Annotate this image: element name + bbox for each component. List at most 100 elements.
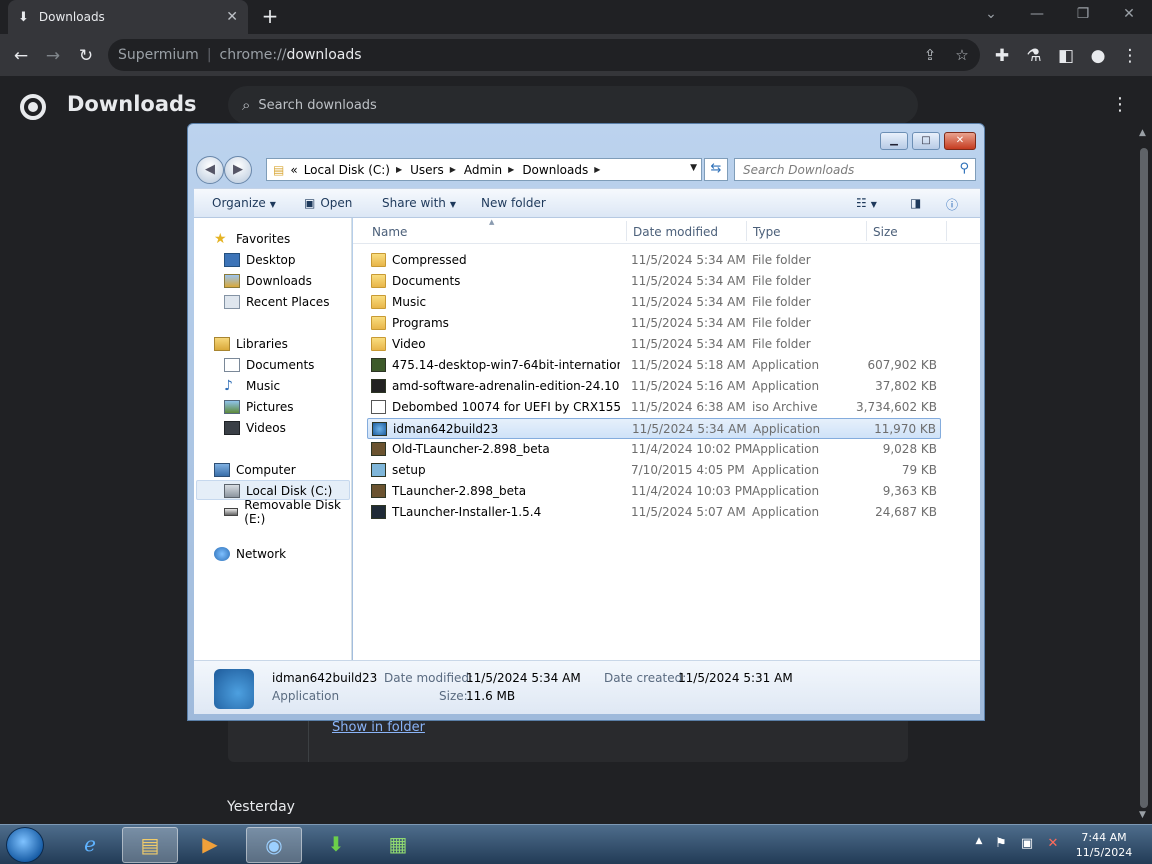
tab-search-icon[interactable]: ⌄	[968, 0, 1014, 30]
show-hidden-icons[interactable]: ▲	[970, 836, 988, 854]
tab-downloads[interactable]: ⬇ Downloads ✕	[8, 0, 248, 34]
volume-muted-icon[interactable]: ✕	[1044, 836, 1062, 854]
crumb-local-disk[interactable]: Local Disk (C:)	[304, 163, 390, 177]
forward-icon[interactable]: →	[40, 43, 66, 69]
explorer-close-button[interactable]: ✕	[944, 132, 976, 150]
nav-desktop[interactable]: Desktop	[224, 251, 296, 269]
refresh-icon[interactable]: ⇆	[704, 158, 728, 181]
file-row[interactable]: Old-TLauncher-2.898_beta 11/4/2024 10:02…	[367, 439, 941, 460]
nav-recent-places[interactable]: Recent Places	[224, 293, 329, 311]
crumb-users[interactable]: Users	[410, 163, 444, 177]
reload-icon[interactable]: ↻	[73, 43, 99, 69]
labs-flask-icon[interactable]: ⚗	[1021, 43, 1047, 69]
scroll-thumb[interactable]	[1140, 148, 1148, 808]
idm-taskbar-icon[interactable]: ⬇	[308, 827, 364, 863]
nav-pictures[interactable]: Pictures	[224, 398, 294, 416]
change-view-icon[interactable]: ☷ ▼	[856, 196, 877, 210]
column-type[interactable]: Type	[753, 225, 781, 239]
file-row[interactable]: TLauncher-Installer-1.5.4 11/5/2024 5:07…	[367, 502, 941, 523]
nav-favorites[interactable]: ★ Favorites	[214, 230, 290, 248]
nav-downloads[interactable]: Downloads	[224, 272, 312, 290]
notepad-chart-icon[interactable]: ▦	[370, 827, 426, 863]
column-divider[interactable]	[746, 221, 747, 241]
nav-libraries[interactable]: Libraries	[214, 335, 288, 353]
restore-button[interactable]: ❐	[1060, 0, 1106, 30]
explorer-minimize-button[interactable]: ▁	[880, 132, 908, 150]
media-player-icon[interactable]: ▶	[182, 827, 238, 863]
action-center-flag-icon[interactable]: ⚑	[992, 836, 1010, 854]
file-row[interactable]: Compressed 11/5/2024 5:34 AM File folder	[367, 250, 941, 271]
close-button[interactable]: ✕	[1106, 0, 1152, 30]
start-button[interactable]	[6, 827, 44, 863]
help-icon[interactable]: ⓘ	[946, 196, 958, 213]
extensions-icon[interactable]: ✚	[989, 43, 1015, 69]
explorer-forward-icon[interactable]: ▶	[224, 156, 252, 184]
nav-videos[interactable]: Videos	[224, 419, 286, 437]
new-folder-button[interactable]: New folder	[481, 196, 546, 210]
file-row[interactable]: amd-software-adrenalin-edition-24.10.1-.…	[367, 376, 941, 397]
nav-removable-disk[interactable]: Removable Disk (E:)	[224, 498, 351, 526]
crumb-arrow-icon[interactable]: ▶	[508, 165, 514, 174]
new-tab-button[interactable]: +	[258, 5, 282, 29]
open-label: Open	[320, 196, 353, 210]
column-divider[interactable]	[866, 221, 867, 241]
downloads-search-input[interactable]: ⌕ Search downloads	[228, 86, 918, 124]
share-icon[interactable]: ⇪	[920, 45, 940, 65]
explorer-search-input[interactable]: Search Downloads ⚲	[734, 158, 976, 181]
nav-computer[interactable]: Computer	[214, 461, 296, 479]
scroll-down-icon[interactable]: ▼	[1139, 810, 1146, 820]
explorer-back-icon[interactable]: ◀	[196, 156, 224, 184]
file-row[interactable]: Music 11/5/2024 5:34 AM File folder	[367, 292, 941, 313]
minimize-button[interactable]: —	[1014, 0, 1060, 30]
preview-pane-icon[interactable]: ◨	[910, 196, 921, 210]
file-row-selected[interactable]: idman642build23 11/5/2024 5:34 AM Applic…	[367, 418, 941, 439]
column-date-modified[interactable]: Date modified	[633, 225, 718, 239]
column-size[interactable]: Size	[873, 225, 898, 239]
address-overflow[interactable]: «	[290, 163, 297, 177]
file-row[interactable]: Debombed 10074 for UEFI by CRX1557#7... …	[367, 397, 941, 418]
open-button[interactable]: ▣ Open	[304, 196, 352, 210]
supermium-browser-icon[interactable]: ◉	[246, 827, 302, 863]
system-clock[interactable]: 7:44 AM 11/5/2024	[1070, 830, 1138, 860]
crumb-arrow-icon[interactable]: ▶	[450, 165, 456, 174]
file-explorer-icon[interactable]: ▤	[122, 827, 178, 863]
nav-network[interactable]: Network	[214, 545, 286, 563]
file-row[interactable]: Video 11/5/2024 5:34 AM File folder	[367, 334, 941, 355]
internet-explorer-icon[interactable]: ℯ	[62, 827, 118, 863]
explorer-maximize-button[interactable]: □	[912, 132, 940, 150]
file-row[interactable]: Programs 11/5/2024 5:34 AM File folder	[367, 313, 941, 334]
side-panel-icon[interactable]: ◧	[1053, 43, 1079, 69]
file-row[interactable]: 475.14-desktop-win7-64bit-international …	[367, 355, 941, 376]
crumb-downloads[interactable]: Downloads	[522, 163, 588, 177]
network-tray-icon[interactable]: ▣	[1018, 836, 1036, 854]
downloads-menu-icon[interactable]: ⋮	[1110, 94, 1130, 116]
show-in-folder-link[interactable]: Show in folder	[332, 720, 425, 735]
scroll-up-icon[interactable]: ▲	[1139, 128, 1146, 138]
share-with-button[interactable]: Share with ▼	[382, 196, 456, 210]
column-divider[interactable]	[946, 221, 947, 241]
file-row[interactable]: TLauncher-2.898_beta 11/4/2024 10:03 PM …	[367, 481, 941, 502]
column-name[interactable]: Name	[372, 225, 407, 239]
crumb-arrow-icon[interactable]: ▶	[396, 165, 402, 174]
organize-button[interactable]: Organize ▼	[212, 196, 276, 210]
profile-icon[interactable]: ●	[1085, 43, 1111, 69]
address-bar[interactable]: ▤ « Local Disk (C:) ▶ Users ▶ Admin ▶ Do…	[266, 158, 702, 181]
bookmark-star-icon[interactable]: ☆	[952, 45, 972, 65]
back-icon[interactable]: ←	[8, 43, 34, 69]
column-divider[interactable]	[626, 221, 627, 241]
iso-archive-icon	[371, 400, 386, 414]
nav-documents[interactable]: Documents	[224, 356, 314, 374]
crumb-arrow-icon[interactable]: ▶	[594, 165, 600, 174]
file-row[interactable]: Documents 11/5/2024 5:34 AM File folder	[367, 271, 941, 292]
omnibox[interactable]: Supermium | chrome:// downloads ⇪ ☆	[108, 39, 980, 71]
page-scrollbar[interactable]: ▲ ▼	[1136, 126, 1152, 822]
search-icon[interactable]: ⚲	[959, 161, 969, 176]
folder-icon	[371, 337, 386, 351]
crumb-admin[interactable]: Admin	[464, 163, 502, 177]
browser-menu-icon[interactable]: ⋮	[1117, 43, 1143, 69]
file-row[interactable]: setup 7/10/2015 4:05 PM Application 79 K…	[367, 460, 941, 481]
file-type: Application	[752, 505, 820, 519]
address-dropdown-icon[interactable]: ▼	[690, 163, 697, 173]
nav-music[interactable]: ♪ Music	[224, 377, 280, 395]
tab-close-icon[interactable]: ✕	[226, 9, 238, 25]
